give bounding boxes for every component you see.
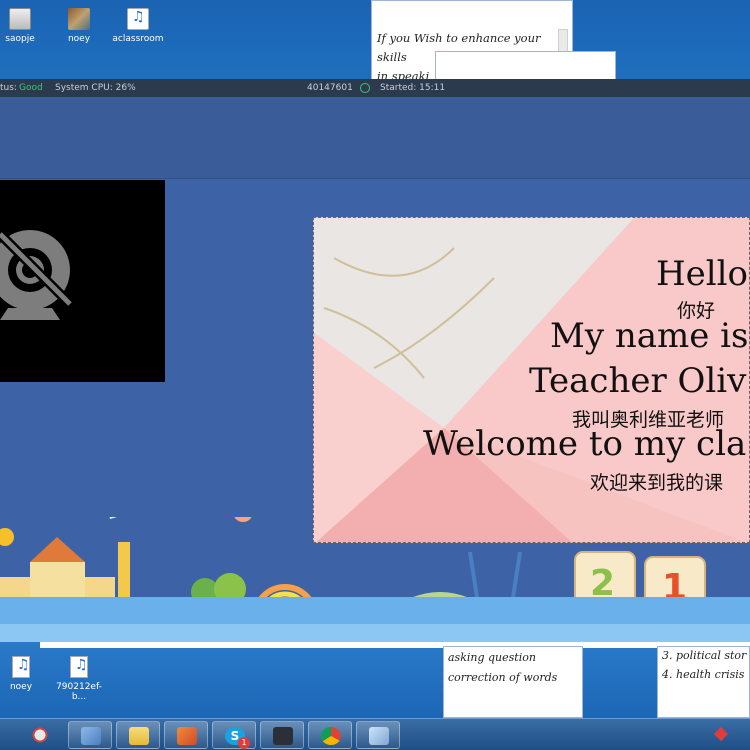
skype-badge: 1 [238, 737, 250, 749]
note-line: asking question [448, 651, 536, 664]
start-like-button[interactable] [18, 721, 62, 749]
sticky-note-bottom-left[interactable]: asking question correction of words [443, 646, 583, 718]
taskbar-app-paint[interactable] [68, 721, 112, 749]
folder-icon [129, 727, 149, 745]
gymnast-icon [177, 727, 197, 745]
slide-my-name: My name is [550, 316, 749, 356]
system-tray[interactable] [710, 719, 750, 750]
overlapping-window[interactable] [435, 51, 616, 81]
session-id: 40147601 [307, 83, 353, 93]
camera-off-icon [0, 230, 74, 320]
desktop-icon-noey[interactable]: noey [49, 8, 109, 44]
notes-icon [369, 727, 389, 745]
bird-icon [273, 727, 293, 745]
drive-icon [9, 8, 31, 30]
system-cpu: System CPU: 26% [55, 83, 136, 93]
scenery-band-light [0, 624, 750, 642]
presentation-slide[interactable]: Hello 你好 My name is Teacher Oliv 我叫奥利维亚老… [313, 217, 750, 543]
desktop-icon-aclassroom[interactable]: aclassroom [108, 8, 168, 44]
taskbar: S 1 [0, 718, 750, 750]
status-good: Good [19, 83, 43, 93]
desktop-icon-label: 790212ef-b... [56, 682, 102, 702]
desktop-icon-790212ef[interactable]: 790212ef-b... [49, 656, 109, 702]
taskbar-app-chrome[interactable] [308, 721, 352, 749]
status-prefix: tus: [0, 83, 17, 93]
desktop-icon-label: aclassroom [112, 34, 164, 44]
note-line: correction of words [448, 671, 558, 684]
scissors-icon [30, 726, 50, 744]
desktop-icon-label: noey [9, 682, 33, 692]
desktop-icon-saopje[interactable]: saopje [0, 8, 50, 44]
tray-icon[interactable] [713, 726, 729, 742]
sticky-note-bottom-right[interactable]: 3. political stor 4. health crisis [657, 646, 750, 718]
window-edge [40, 642, 750, 648]
desktop-icon-label: saopje [5, 34, 35, 44]
started-time: Started: 15:11 [380, 83, 446, 93]
mp3-file-icon [12, 656, 30, 678]
webcam-panel[interactable] [0, 180, 165, 382]
taskbar-app-skype[interactable]: S 1 [212, 721, 256, 749]
status-bar: tus: Good System CPU: 26% 40147601 Start… [0, 79, 750, 97]
mp3-file-icon [70, 656, 88, 678]
desktop-bottom [0, 642, 750, 718]
chrome-icon [321, 727, 341, 745]
clock-icon [360, 83, 370, 93]
mp3-file-icon [127, 8, 149, 30]
taskbar-app-bird[interactable] [260, 721, 304, 749]
note-line: 3. political stor [662, 649, 747, 662]
taskbar-app-gymnast[interactable] [164, 721, 208, 749]
image-file-icon [68, 8, 90, 30]
desktop-icon-label: noey [67, 34, 91, 44]
classroom-area: 2 1 Hello 你好 My name is Teacher Oliv 我叫奥… [0, 97, 750, 642]
note-line: If you Wish to enhance your [377, 31, 541, 45]
paint-icon [81, 727, 101, 745]
classroom-header [0, 97, 750, 179]
desktop-icon-noey-mp3[interactable]: noey [0, 656, 51, 692]
taskbar-app-folder[interactable] [116, 721, 160, 749]
slide-teacher: Teacher Oliv [529, 361, 747, 401]
slide-huanying: 欢迎来到我的课 [590, 472, 724, 494]
note-line: 4. health crisis [662, 668, 745, 681]
slide-welcome: Welcome to my cla [423, 424, 747, 464]
taskbar-app-notes[interactable] [356, 721, 400, 749]
slide-hello: Hello [656, 254, 748, 294]
